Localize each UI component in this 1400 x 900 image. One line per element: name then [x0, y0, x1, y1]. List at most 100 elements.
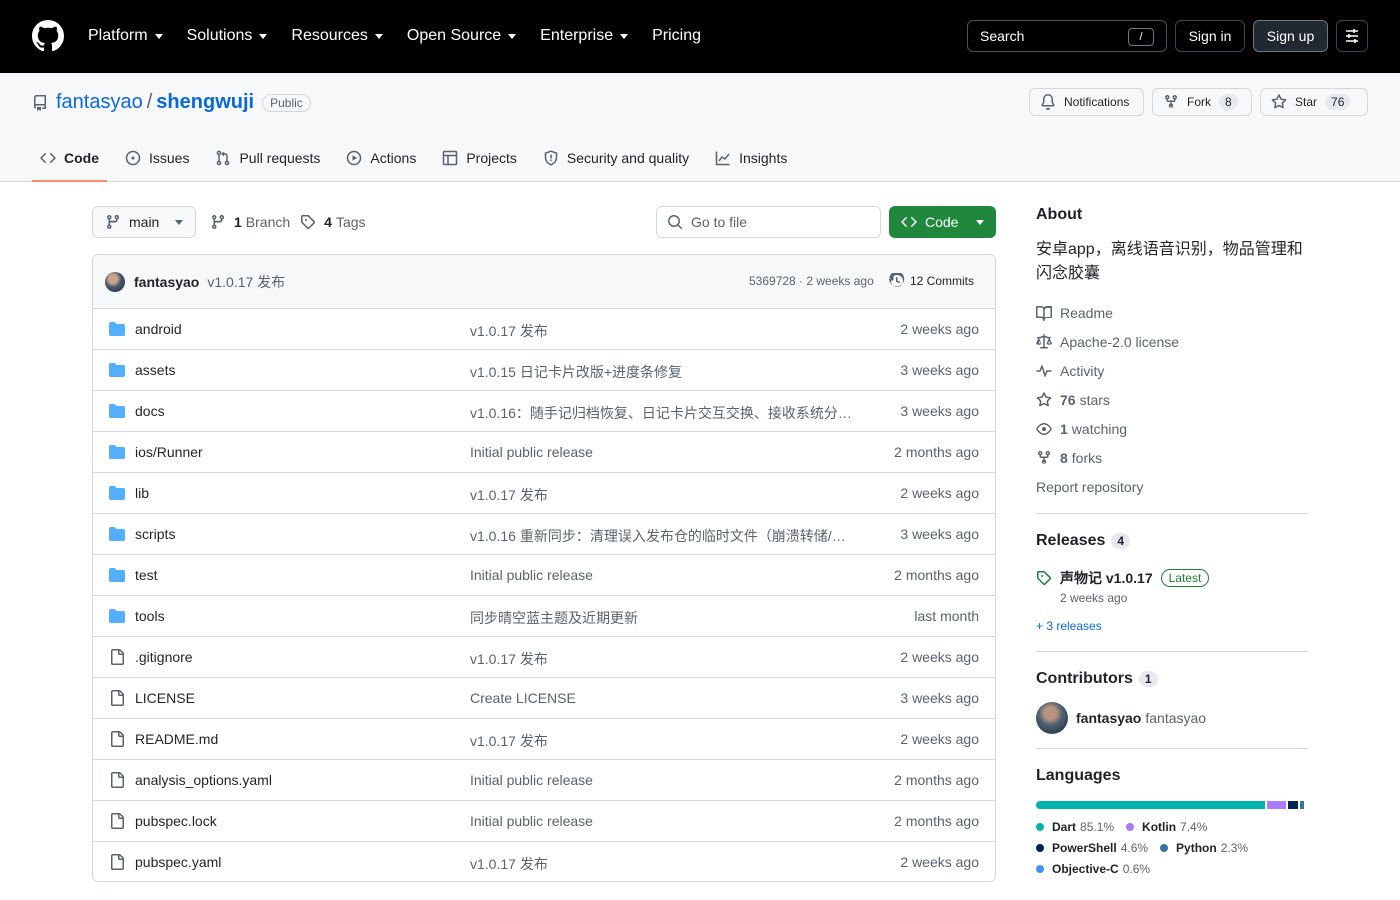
tab-projects[interactable]: Projects	[434, 135, 525, 181]
file-commit-message-link[interactable]: v1.0.15 日记卡片改版+进度条修复	[470, 362, 860, 382]
nav-item-resources[interactable]: Resources	[291, 27, 383, 45]
readme-link[interactable]: Readme	[1036, 298, 1308, 327]
fork-button[interactable]: Fork 8	[1152, 88, 1252, 116]
release-name[interactable]: 声物记 v1.0.17	[1060, 568, 1153, 588]
language-item[interactable]: PowerShell 4.6%	[1036, 837, 1148, 858]
file-commit-message-link[interactable]: v1.0.17 发布	[470, 321, 860, 341]
contributors-heading[interactable]: Contributors 1	[1036, 670, 1308, 688]
language-item[interactable]: Dart 85.1%	[1036, 816, 1114, 837]
file-row[interactable]: tools 同步晴空蓝主题及近期更新 last month	[93, 596, 995, 637]
file-name-link[interactable]: pubspec.yaml	[135, 854, 221, 870]
stars-link[interactable]: 76 stars	[1036, 385, 1308, 414]
latest-release[interactable]: 声物记 v1.0.17 Latest 2 weeks ago	[1036, 568, 1308, 605]
file-name-link[interactable]: README.md	[135, 731, 218, 747]
file-row[interactable]: analysis_options.yaml Initial public rele…	[93, 760, 995, 801]
file-row[interactable]: ios/Runner Initial public release 2 months…	[93, 432, 995, 473]
file-commit-message-link[interactable]: Initial public release	[470, 567, 860, 583]
avatar[interactable]	[1036, 702, 1068, 734]
file-row[interactable]: lib v1.0.17 发布 2 weeks ago	[93, 473, 995, 514]
license-link[interactable]: Apache-2.0 license	[1036, 327, 1308, 356]
file-row[interactable]: docs v1.0.16：随手记归档恢复、日记卡片交互交换、接收系统分… 3 wee…	[93, 391, 995, 432]
file-commit-message-link[interactable]: Initial public release	[470, 813, 860, 829]
commit-author-link[interactable]: fantasyao	[134, 274, 199, 290]
file-row[interactable]: test Initial public release 2 months ago	[93, 555, 995, 596]
commit-message-link[interactable]: v1.0.17 发布	[207, 272, 285, 292]
branches-link[interactable]: 1 Branch	[210, 214, 290, 230]
nav-item-pricing[interactable]: Pricing	[652, 27, 701, 45]
sign-up-button[interactable]: Sign up	[1253, 20, 1328, 52]
tab-security-and-quality[interactable]: Security and quality	[535, 135, 697, 181]
avatar[interactable]	[105, 271, 125, 292]
notifications-button[interactable]: Notifications	[1029, 88, 1144, 116]
repo-name-link[interactable]: shengwuji	[156, 91, 254, 114]
language-item[interactable]: Kotlin 7.4%	[1126, 816, 1207, 837]
file-commit-message-link[interactable]: v1.0.17 发布	[470, 854, 860, 874]
contributor-login[interactable]: fantasyao	[1076, 710, 1141, 726]
branch-select-button[interactable]: main	[92, 206, 196, 238]
file-row[interactable]: LICENSE Create LICENSE 3 weeks ago	[93, 678, 995, 719]
tags-link[interactable]: 4 Tags	[300, 214, 366, 230]
releases-heading[interactable]: Releases 4	[1036, 532, 1308, 550]
tab-insights[interactable]: Insights	[707, 135, 795, 181]
branch-icon	[107, 214, 119, 230]
folder-icon	[109, 322, 125, 336]
repo-owner-link[interactable]: fantasyao	[56, 91, 143, 114]
file-name-link[interactable]: lib	[135, 485, 149, 501]
file-row[interactable]: pubspec.yaml v1.0.17 发布 2 weeks ago	[93, 842, 995, 881]
commits-history-link[interactable]: 12 Commits	[889, 273, 974, 289]
file-row[interactable]: android v1.0.17 发布 2 weeks ago	[93, 309, 995, 350]
file-name-link[interactable]: LICENSE	[135, 690, 195, 706]
watchers-link[interactable]: 1 watching	[1036, 414, 1308, 443]
contributor-item[interactable]: fantasyao fantasyao	[1036, 702, 1308, 734]
nav-item-enterprise[interactable]: Enterprise	[540, 27, 629, 45]
report-repository-link[interactable]: Report repository	[1036, 472, 1308, 501]
nav-item-platform[interactable]: Platform	[88, 27, 163, 45]
language-item[interactable]: Objective-C 0.6%	[1036, 858, 1150, 879]
file-list: android v1.0.17 发布 2 weeks ago assets v1.0.1…	[93, 309, 995, 881]
file-commit-message-link[interactable]: v1.0.17 发布	[470, 649, 860, 669]
github-logo-icon[interactable]	[32, 20, 64, 52]
file-commit-message-link[interactable]: Create LICENSE	[470, 690, 860, 706]
menu-button[interactable]	[1336, 20, 1368, 52]
file-name-link[interactable]: ios/Runner	[135, 444, 203, 460]
commit-hash-time[interactable]: 5369728 · 2 weeks ago	[749, 274, 874, 288]
file-name-link[interactable]: pubspec.lock	[135, 813, 217, 829]
file-name-link[interactable]: tools	[135, 608, 165, 624]
file-commit-date: 2 weeks ago	[900, 649, 979, 665]
tab-actions[interactable]: Actions	[338, 135, 424, 181]
file-name-link[interactable]: test	[135, 567, 158, 583]
file-commit-message-link[interactable]: Initial public release	[470, 772, 860, 788]
file-commit-message-link[interactable]: v1.0.17 发布	[470, 485, 860, 505]
file-name-link[interactable]: assets	[135, 362, 175, 378]
tab-code[interactable]: Code	[32, 135, 107, 182]
star-button[interactable]: Star 76	[1260, 88, 1368, 116]
file-commit-message-link[interactable]: v1.0.16 重新同步：清理误入发布仓的临时文件（崩溃转储/…	[470, 526, 860, 546]
file-row[interactable]: .gitignore v1.0.17 发布 2 weeks ago	[93, 637, 995, 678]
code-dropdown-button[interactable]: Code	[889, 206, 996, 238]
file-row[interactable]: assets v1.0.15 日记卡片改版+进度条修复 3 weeks ago	[93, 350, 995, 391]
file-name-link[interactable]: analysis_options.yaml	[135, 772, 272, 788]
more-releases-link[interactable]: + 3 releases	[1036, 619, 1308, 633]
tab-pull-requests[interactable]: Pull requests	[207, 135, 328, 181]
file-row[interactable]: scripts v1.0.16 重新同步：清理误入发布仓的临时文件（崩溃转储/… 3…	[93, 514, 995, 555]
tab-issues[interactable]: Issues	[117, 135, 197, 181]
go-to-file-input[interactable]: Go to file	[656, 206, 881, 238]
file-commit-message-link[interactable]: v1.0.17 发布	[470, 731, 860, 751]
activity-link[interactable]: Activity	[1036, 356, 1308, 385]
file-commit-message-link[interactable]: Initial public release	[470, 444, 860, 460]
file-row[interactable]: pubspec.lock Initial public release 2 mont…	[93, 801, 995, 842]
file-name-link[interactable]: docs	[135, 403, 165, 419]
search-input[interactable]: Search /	[967, 20, 1167, 52]
nav-item-solutions[interactable]: Solutions	[187, 27, 268, 45]
nav-item-open-source[interactable]: Open Source	[407, 27, 517, 45]
language-item[interactable]: Python 2.3%	[1160, 837, 1248, 858]
file-commit-message-link[interactable]: v1.0.16：随手记归档恢复、日记卡片交互交换、接收系统分…	[470, 403, 860, 423]
forks-link[interactable]: 8 forks	[1036, 443, 1308, 472]
file-name-link[interactable]: scripts	[135, 526, 175, 542]
file-name-link[interactable]: android	[135, 321, 182, 337]
file-name-link[interactable]: .gitignore	[135, 649, 193, 665]
sign-in-button[interactable]: Sign in	[1175, 20, 1245, 52]
file-commit-message-link[interactable]: 同步晴空蓝主题及近期更新	[470, 608, 860, 628]
branch-count-label: Branch	[245, 214, 291, 230]
file-row[interactable]: README.md v1.0.17 发布 2 weeks ago	[93, 719, 995, 760]
